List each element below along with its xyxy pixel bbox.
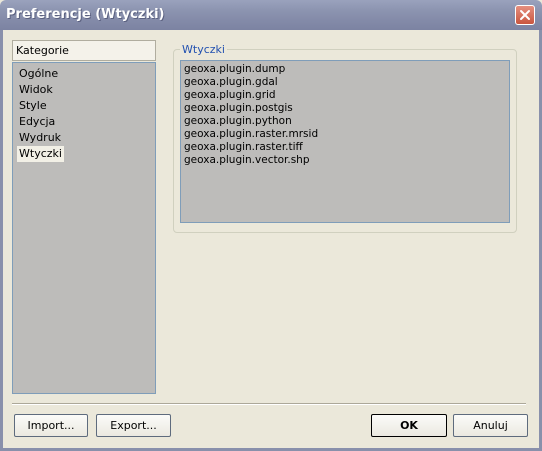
plugin-item[interactable]: geoxa.plugin.vector.shp: [184, 154, 509, 167]
plugin-item[interactable]: geoxa.plugin.gdal: [184, 76, 509, 89]
category-item-wtyczki[interactable]: Wtyczki: [17, 146, 64, 162]
category-list-header[interactable]: Kategorie: [12, 40, 156, 61]
button-separator: [12, 403, 526, 405]
plugin-item[interactable]: geoxa.plugin.raster.mrsid: [184, 128, 509, 141]
plugin-item[interactable]: geoxa.plugin.raster.tiff: [184, 141, 509, 154]
window-border-left: [0, 30, 3, 451]
category-item-ogolne[interactable]: Ogólne: [17, 66, 60, 82]
export-button[interactable]: Export...: [96, 414, 171, 437]
plugin-list[interactable]: geoxa.plugin.dump geoxa.plugin.gdal geox…: [180, 60, 510, 223]
category-item-edycja[interactable]: Edycja: [17, 114, 57, 130]
plugin-item[interactable]: geoxa.plugin.python: [184, 115, 509, 128]
title-bar[interactable]: Preferencje (Wtyczki): [0, 0, 542, 30]
window-title: Preferencje (Wtyczki): [6, 7, 165, 22]
plugin-item[interactable]: geoxa.plugin.dump: [184, 63, 509, 76]
category-item-widok[interactable]: Widok: [17, 82, 55, 98]
plugins-group-title: Wtyczki: [180, 43, 227, 56]
plugin-item[interactable]: geoxa.plugin.postgis: [184, 102, 509, 115]
category-item-style[interactable]: Style: [17, 98, 49, 114]
close-icon: [520, 10, 530, 20]
preferences-dialog: Preferencje (Wtyczki) Kategorie Ogólne W…: [0, 0, 542, 451]
category-item-wydruk[interactable]: Wydruk: [17, 130, 63, 146]
cancel-button[interactable]: Anuluj: [453, 414, 528, 437]
category-list[interactable]: Ogólne Widok Style Edycja Wydruk Wtyczki: [12, 62, 156, 394]
import-button[interactable]: Import...: [14, 414, 88, 437]
plugin-item[interactable]: geoxa.plugin.grid: [184, 89, 509, 102]
ok-button[interactable]: OK: [371, 414, 447, 437]
close-button[interactable]: [515, 5, 535, 25]
